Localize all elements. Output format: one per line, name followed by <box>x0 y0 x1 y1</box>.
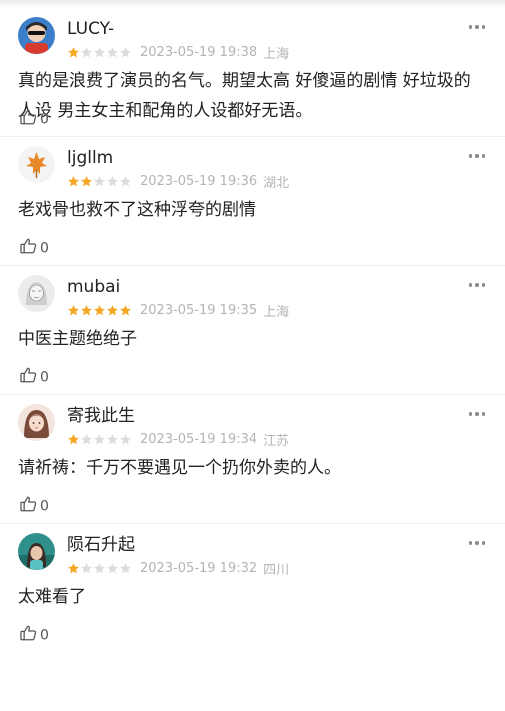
like-count: 0 <box>40 111 49 127</box>
comment-text: 老戏骨也救不了这种浮夸的剧情 <box>18 200 256 220</box>
comment-location: 江苏 <box>263 434 290 449</box>
star-filled-icon <box>81 176 92 187</box>
more-options-icon[interactable] <box>468 541 485 545</box>
comment-text: 请祈祷：千万不要遇见一个扔你外卖的人。 <box>18 458 341 478</box>
comment-meta: 2023-05-19 19:35 上海 <box>67 301 289 320</box>
comment-item: mubai 2023-05-19 19:35 上海 中医主题绝绝子 0 <box>0 266 505 395</box>
avatar-girl-cartoon[interactable] <box>18 17 55 54</box>
star-filled-icon <box>81 305 92 316</box>
star-filled-icon <box>68 563 79 574</box>
star-rating <box>67 562 132 575</box>
star-empty-icon <box>81 434 92 445</box>
thumbs-up-icon <box>19 624 38 647</box>
star-filled-icon <box>68 47 79 58</box>
comment-meta: 2023-05-19 19:34 江苏 <box>67 430 289 449</box>
username[interactable]: mubai <box>67 277 120 297</box>
comment-location: 湖北 <box>263 176 290 191</box>
comment-item: 陨石升起 2023-05-19 19:32 四川 太难看了 0 <box>0 524 505 653</box>
like-button[interactable]: 0 <box>19 624 49 647</box>
like-count: 0 <box>40 240 49 256</box>
star-rating <box>67 175 132 188</box>
thumbs-up-icon <box>19 237 38 260</box>
star-empty-icon <box>94 176 105 187</box>
like-button[interactable]: 0 <box>19 237 49 260</box>
comment-datetime: 2023-05-19 19:32 <box>140 561 258 576</box>
comment-item: 寄我此生 2023-05-19 19:34 江苏 请祈祷：千万不要遇见一个扔你外… <box>0 395 505 524</box>
comment-meta: 2023-05-19 19:32 四川 <box>67 559 289 578</box>
star-empty-icon <box>107 176 118 187</box>
username[interactable]: ljgllm <box>67 148 113 168</box>
comment-location: 四川 <box>263 563 290 578</box>
comment-meta: 2023-05-19 19:36 湖北 <box>67 172 289 191</box>
star-filled-icon <box>68 434 79 445</box>
star-filled-icon <box>68 176 79 187</box>
star-empty-icon <box>81 563 92 574</box>
username[interactable]: 寄我此生 <box>67 406 135 426</box>
comment-datetime: 2023-05-19 19:38 <box>140 45 258 60</box>
star-empty-icon <box>94 47 105 58</box>
username[interactable]: 陨石升起 <box>67 535 135 555</box>
comment-text: 真的是浪费了演员的名气。期望太高 好傻逼的剧情 好垃圾的人设 男主女主和配角的人… <box>18 71 471 121</box>
more-options-icon[interactable] <box>468 25 485 29</box>
comment-datetime: 2023-05-19 19:34 <box>140 432 258 447</box>
thumbs-up-icon <box>19 366 38 389</box>
avatar-teal-portrait[interactable] <box>18 533 55 570</box>
star-empty-icon <box>120 176 131 187</box>
star-empty-icon <box>120 434 131 445</box>
star-rating <box>67 433 132 446</box>
star-empty-icon <box>81 47 92 58</box>
star-empty-icon <box>107 563 118 574</box>
username[interactable]: LUCY- <box>67 19 114 39</box>
comment-datetime: 2023-05-19 19:36 <box>140 174 258 189</box>
star-empty-icon <box>120 563 131 574</box>
star-empty-icon <box>94 434 105 445</box>
comment-text: 太难看了 <box>18 587 86 607</box>
star-rating <box>67 46 132 59</box>
comment-location: 上海 <box>263 305 290 320</box>
star-empty-icon <box>107 47 118 58</box>
like-count: 0 <box>40 498 49 514</box>
star-rating <box>67 304 132 317</box>
like-button[interactable]: 0 <box>19 108 49 131</box>
star-filled-icon <box>68 305 79 316</box>
comment-item: LUCY- 2023-05-19 19:38 上海 真的是浪费了演员的名气。期望… <box>0 8 505 137</box>
comment-text: 中医主题绝绝子 <box>18 329 137 349</box>
avatar-girl-portrait[interactable] <box>18 404 55 441</box>
more-options-icon[interactable] <box>468 412 485 416</box>
like-button[interactable]: 0 <box>19 366 49 389</box>
star-filled-icon <box>120 305 131 316</box>
comment-list: LUCY- 2023-05-19 19:38 上海 真的是浪费了演员的名气。期望… <box>0 8 505 653</box>
star-empty-icon <box>120 47 131 58</box>
comment-datetime: 2023-05-19 19:35 <box>140 303 258 318</box>
star-empty-icon <box>94 563 105 574</box>
thumbs-up-icon <box>19 108 38 131</box>
more-options-icon[interactable] <box>468 283 485 287</box>
star-filled-icon <box>107 305 118 316</box>
avatar-maple-leaf[interactable] <box>18 146 55 183</box>
star-filled-icon <box>94 305 105 316</box>
thumbs-up-icon <box>19 495 38 518</box>
comment-location: 上海 <box>263 47 290 62</box>
more-options-icon[interactable] <box>468 154 485 158</box>
avatar-sketch-girl[interactable] <box>18 275 55 312</box>
comment-item: ljgllm 2023-05-19 19:36 湖北 老戏骨也救不了这种浮夸的剧… <box>0 137 505 266</box>
like-button[interactable]: 0 <box>19 495 49 518</box>
like-count: 0 <box>40 369 49 385</box>
top-strip <box>0 0 505 8</box>
star-empty-icon <box>107 434 118 445</box>
like-count: 0 <box>40 627 49 643</box>
comment-meta: 2023-05-19 19:38 上海 <box>67 43 289 62</box>
